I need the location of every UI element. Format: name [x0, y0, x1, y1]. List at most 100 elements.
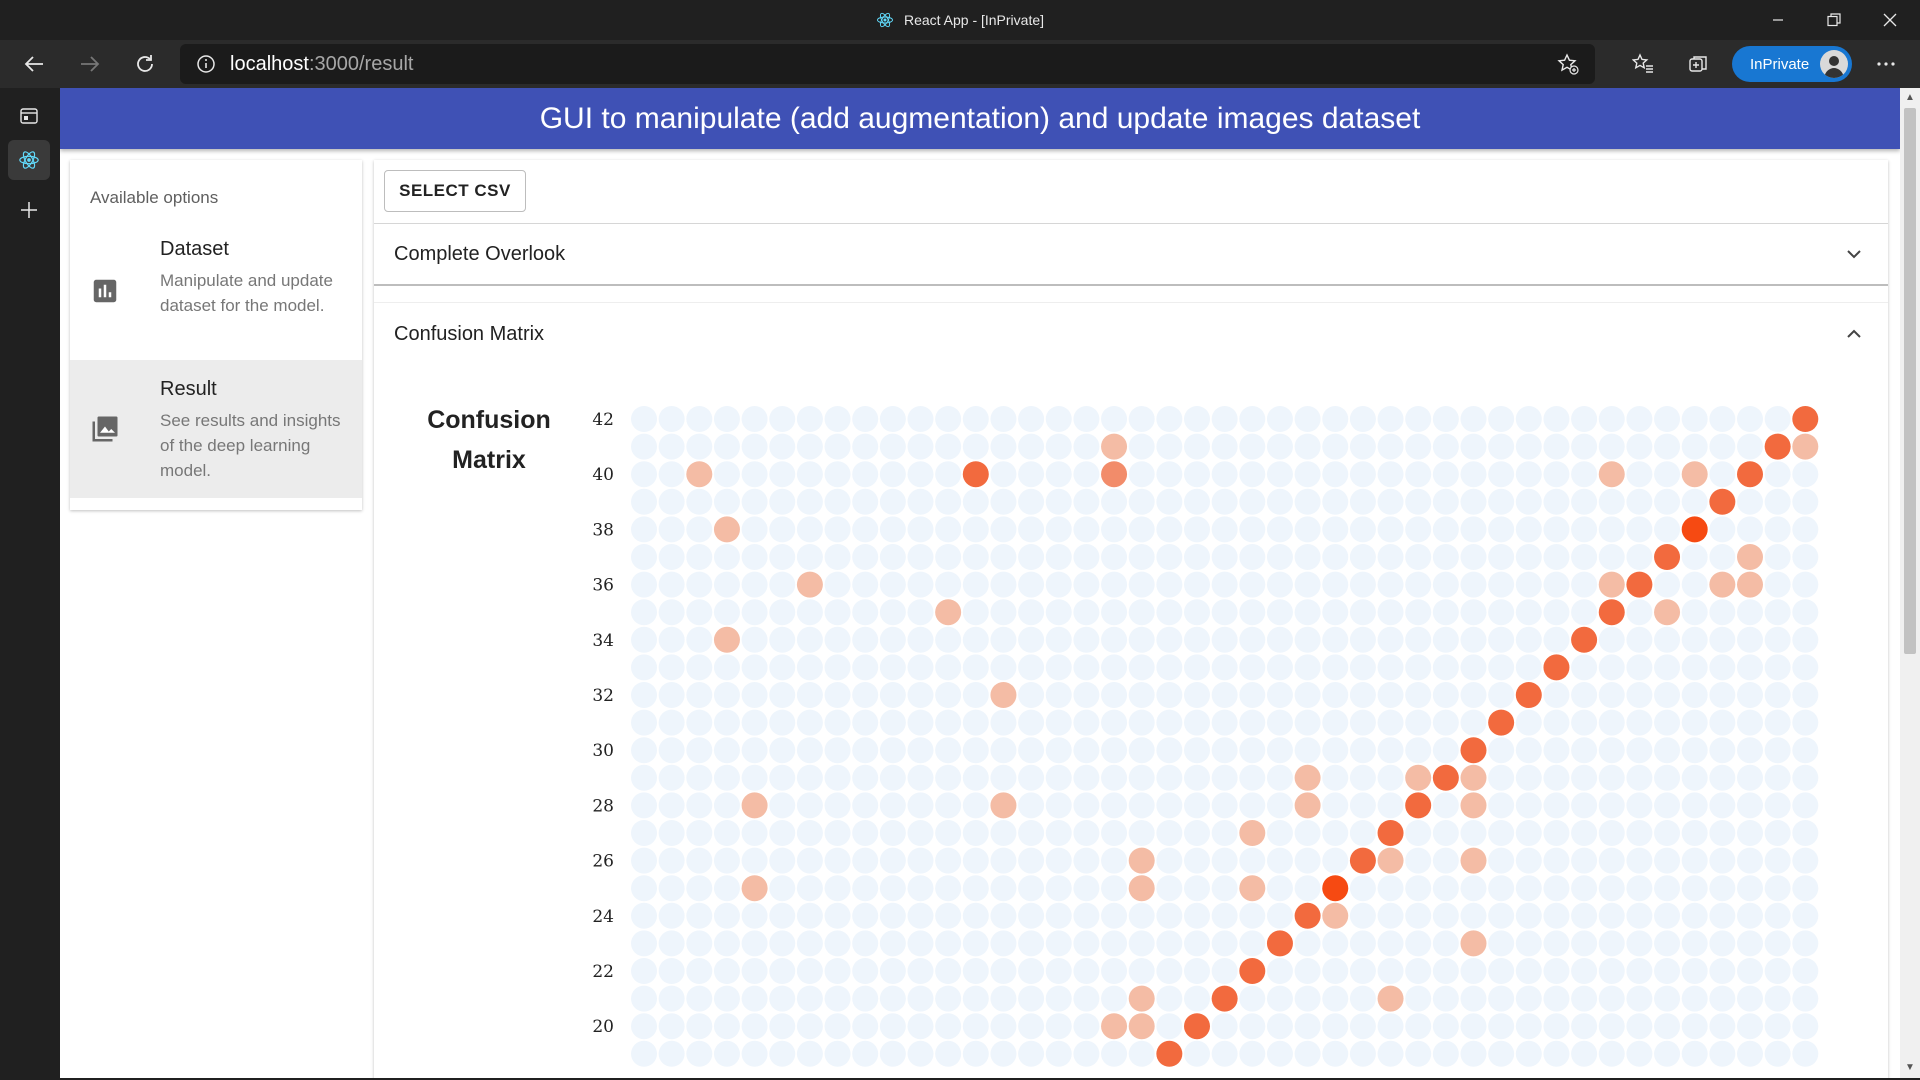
matrix-cell-filled	[1515, 682, 1542, 708]
matrix-cell	[879, 847, 906, 874]
matrix-cell	[990, 516, 1017, 543]
minimize-button[interactable]	[1752, 0, 1804, 40]
matrix-cell	[769, 764, 796, 791]
matrix-cell	[1156, 488, 1183, 515]
y-tick-label: 38	[592, 520, 614, 540]
tab-actions-button[interactable]	[8, 96, 50, 136]
refresh-button[interactable]	[127, 46, 163, 82]
matrix-cell	[962, 709, 989, 736]
scroll-up-arrow-icon[interactable]: ▲	[1904, 92, 1916, 104]
matrix-cell	[1626, 406, 1653, 432]
matrix-cell	[1349, 433, 1376, 460]
matrix-cell	[852, 1040, 879, 1067]
matrix-cell	[1073, 875, 1100, 902]
matrix-cell	[1598, 516, 1625, 543]
matrix-cell	[1737, 1013, 1763, 1040]
collections-button[interactable]	[1680, 46, 1716, 82]
matrix-cell	[935, 654, 962, 681]
tab-react-app[interactable]	[8, 140, 50, 180]
favorites-button[interactable]	[1625, 46, 1661, 82]
matrix-cell	[935, 902, 962, 929]
matrix-cell	[852, 902, 879, 929]
matrix-cell	[1073, 488, 1100, 515]
matrix-cell	[1156, 406, 1183, 432]
matrix-cell	[1294, 1013, 1321, 1040]
matrix-cell	[1709, 654, 1736, 681]
matrix-cell	[1101, 847, 1128, 874]
new-tab-button[interactable]	[8, 190, 50, 230]
matrix-cell	[1405, 958, 1432, 984]
sidebar-item-dataset[interactable]: Dataset Manipulate and update dataset fo…	[70, 220, 362, 358]
favorites-icon	[1632, 53, 1653, 73]
forward-button[interactable]	[72, 46, 108, 82]
matrix-cell	[1598, 764, 1625, 791]
matrix-cell	[1543, 930, 1570, 957]
matrix-cell	[1294, 433, 1321, 460]
matrix-cell	[1377, 516, 1404, 543]
matrix-cell	[1405, 902, 1432, 929]
matrix-cell	[1488, 599, 1515, 626]
matrix-cell	[907, 985, 934, 1012]
matrix-cell	[1432, 682, 1459, 708]
matrix-cell	[796, 737, 823, 764]
back-button[interactable]	[16, 46, 52, 82]
matrix-cell	[1018, 902, 1045, 929]
matrix-cell	[1737, 682, 1763, 708]
scrollbar-thumb[interactable]	[1904, 108, 1916, 654]
close-window-button[interactable]	[1864, 0, 1916, 40]
matrix-cell	[1709, 902, 1736, 929]
matrix-cell	[1377, 599, 1404, 626]
matrix-cell	[1654, 709, 1681, 736]
matrix-cell	[1709, 792, 1736, 819]
matrix-cell	[741, 820, 768, 846]
inprivate-label: InPrivate	[1750, 55, 1810, 73]
matrix-cell	[1792, 847, 1819, 874]
matrix-cell	[1709, 737, 1736, 764]
matrix-cell	[1709, 985, 1736, 1012]
matrix-cell	[713, 1013, 740, 1040]
matrix-cell	[769, 875, 796, 902]
matrix-cell	[1488, 764, 1515, 791]
matrix-cell	[1792, 1040, 1819, 1067]
matrix-cell	[1045, 930, 1072, 957]
matrix-cell	[631, 406, 657, 432]
matrix-cell	[1349, 737, 1376, 764]
matrix-cell	[1432, 488, 1459, 515]
matrix-cell	[879, 516, 906, 543]
matrix-cell	[1737, 516, 1763, 543]
scroll-down-arrow-icon[interactable]: ▼	[1904, 1062, 1916, 1074]
matrix-cell	[1045, 958, 1072, 984]
add-favorite-icon[interactable]	[1557, 53, 1579, 75]
info-icon[interactable]	[196, 54, 216, 74]
matrix-cell	[796, 709, 823, 736]
matrix-cell	[1571, 709, 1598, 736]
address-bar[interactable]: localhost:3000/result	[180, 44, 1595, 84]
matrix-cell	[1543, 544, 1570, 570]
page-scrollbar[interactable]: ▲ ▼	[1900, 88, 1920, 1078]
matrix-cell	[1515, 820, 1542, 846]
sidebar-item-result[interactable]: Result See results and insights of the d…	[70, 360, 362, 498]
matrix-cell-filled	[1239, 820, 1266, 846]
matrix-cell	[990, 1040, 1017, 1067]
matrix-cell	[1460, 406, 1487, 432]
matrix-cell	[713, 654, 740, 681]
matrix-cell	[824, 1013, 851, 1040]
matrix-cell	[686, 820, 713, 846]
matrix-cell	[1266, 737, 1293, 764]
inprivate-profile-button[interactable]: InPrivate	[1732, 46, 1852, 82]
matrix-cell	[1322, 516, 1349, 543]
matrix-cell	[1101, 571, 1128, 598]
matrix-cell	[1101, 958, 1128, 984]
matrix-cell	[686, 958, 713, 984]
matrix-cell	[1571, 433, 1598, 460]
settings-menu-button[interactable]	[1868, 46, 1904, 82]
matrix-cell	[1294, 571, 1321, 598]
matrix-cell	[1488, 626, 1515, 653]
url-text[interactable]: localhost:3000/result	[230, 53, 413, 76]
matrix-cell	[769, 488, 796, 515]
restore-button[interactable]	[1808, 0, 1860, 40]
matrix-cell	[1405, 461, 1432, 488]
matrix-cell	[741, 433, 768, 460]
matrix-cell	[796, 1013, 823, 1040]
matrix-cell	[631, 599, 657, 626]
